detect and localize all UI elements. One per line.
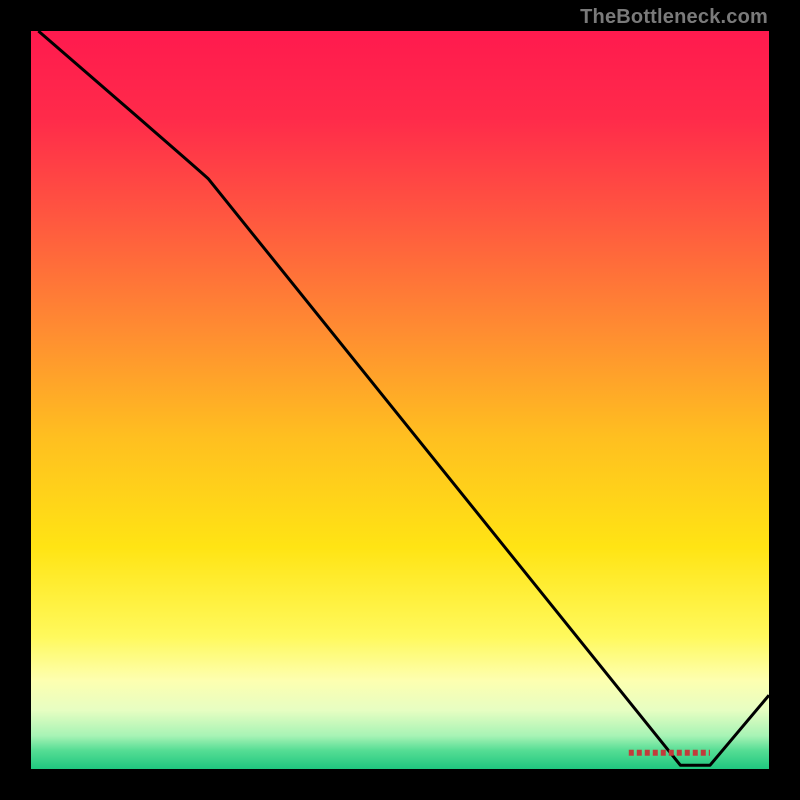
watermark-text: TheBottleneck.com	[580, 6, 768, 29]
bottleneck-curve	[38, 31, 769, 765]
plot-area	[31, 31, 769, 769]
plot-svg	[31, 31, 769, 769]
chart-frame: TheBottleneck.com	[0, 0, 800, 800]
